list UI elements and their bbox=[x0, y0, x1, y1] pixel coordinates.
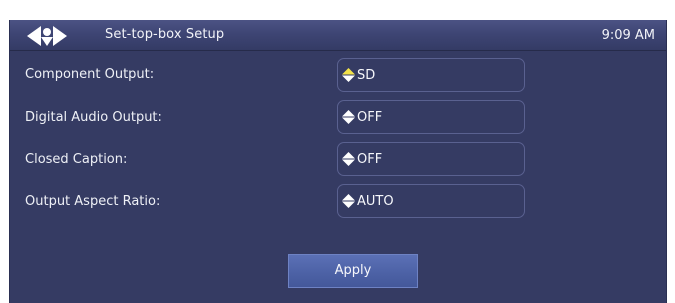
setup-window: Set-top-box Setup 9:09 AM Component Outp… bbox=[9, 20, 667, 303]
up-down-arrows-icon bbox=[342, 68, 355, 82]
digital-audio-output-select[interactable]: OFF bbox=[337, 100, 525, 134]
digital-audio-output-value: OFF bbox=[357, 110, 383, 125]
apply-button[interactable]: Apply bbox=[288, 254, 418, 288]
output-aspect-ratio-select[interactable]: AUTO bbox=[337, 184, 525, 218]
component-output-label: Component Output: bbox=[25, 67, 155, 82]
closed-caption-select[interactable]: OFF bbox=[337, 142, 525, 176]
window-title: Set-top-box Setup bbox=[105, 27, 225, 42]
up-down-arrows-icon bbox=[342, 152, 355, 166]
closed-caption-value: OFF bbox=[357, 152, 383, 167]
component-output-value: SD bbox=[357, 68, 376, 83]
title-bar: Set-top-box Setup 9:09 AM bbox=[10, 20, 666, 51]
up-down-arrows-icon bbox=[342, 194, 355, 208]
component-output-select[interactable]: SD bbox=[337, 58, 525, 92]
closed-caption-label: Closed Caption: bbox=[25, 152, 128, 167]
output-aspect-ratio-label: Output Aspect Ratio: bbox=[25, 194, 161, 209]
digital-audio-output-label: Digital Audio Output: bbox=[25, 110, 162, 125]
arrow-badge-logo-icon bbox=[27, 26, 67, 46]
clock-time: 9:09 AM bbox=[601, 28, 655, 43]
output-aspect-ratio-value: AUTO bbox=[357, 194, 394, 209]
up-down-arrows-icon bbox=[342, 110, 355, 124]
